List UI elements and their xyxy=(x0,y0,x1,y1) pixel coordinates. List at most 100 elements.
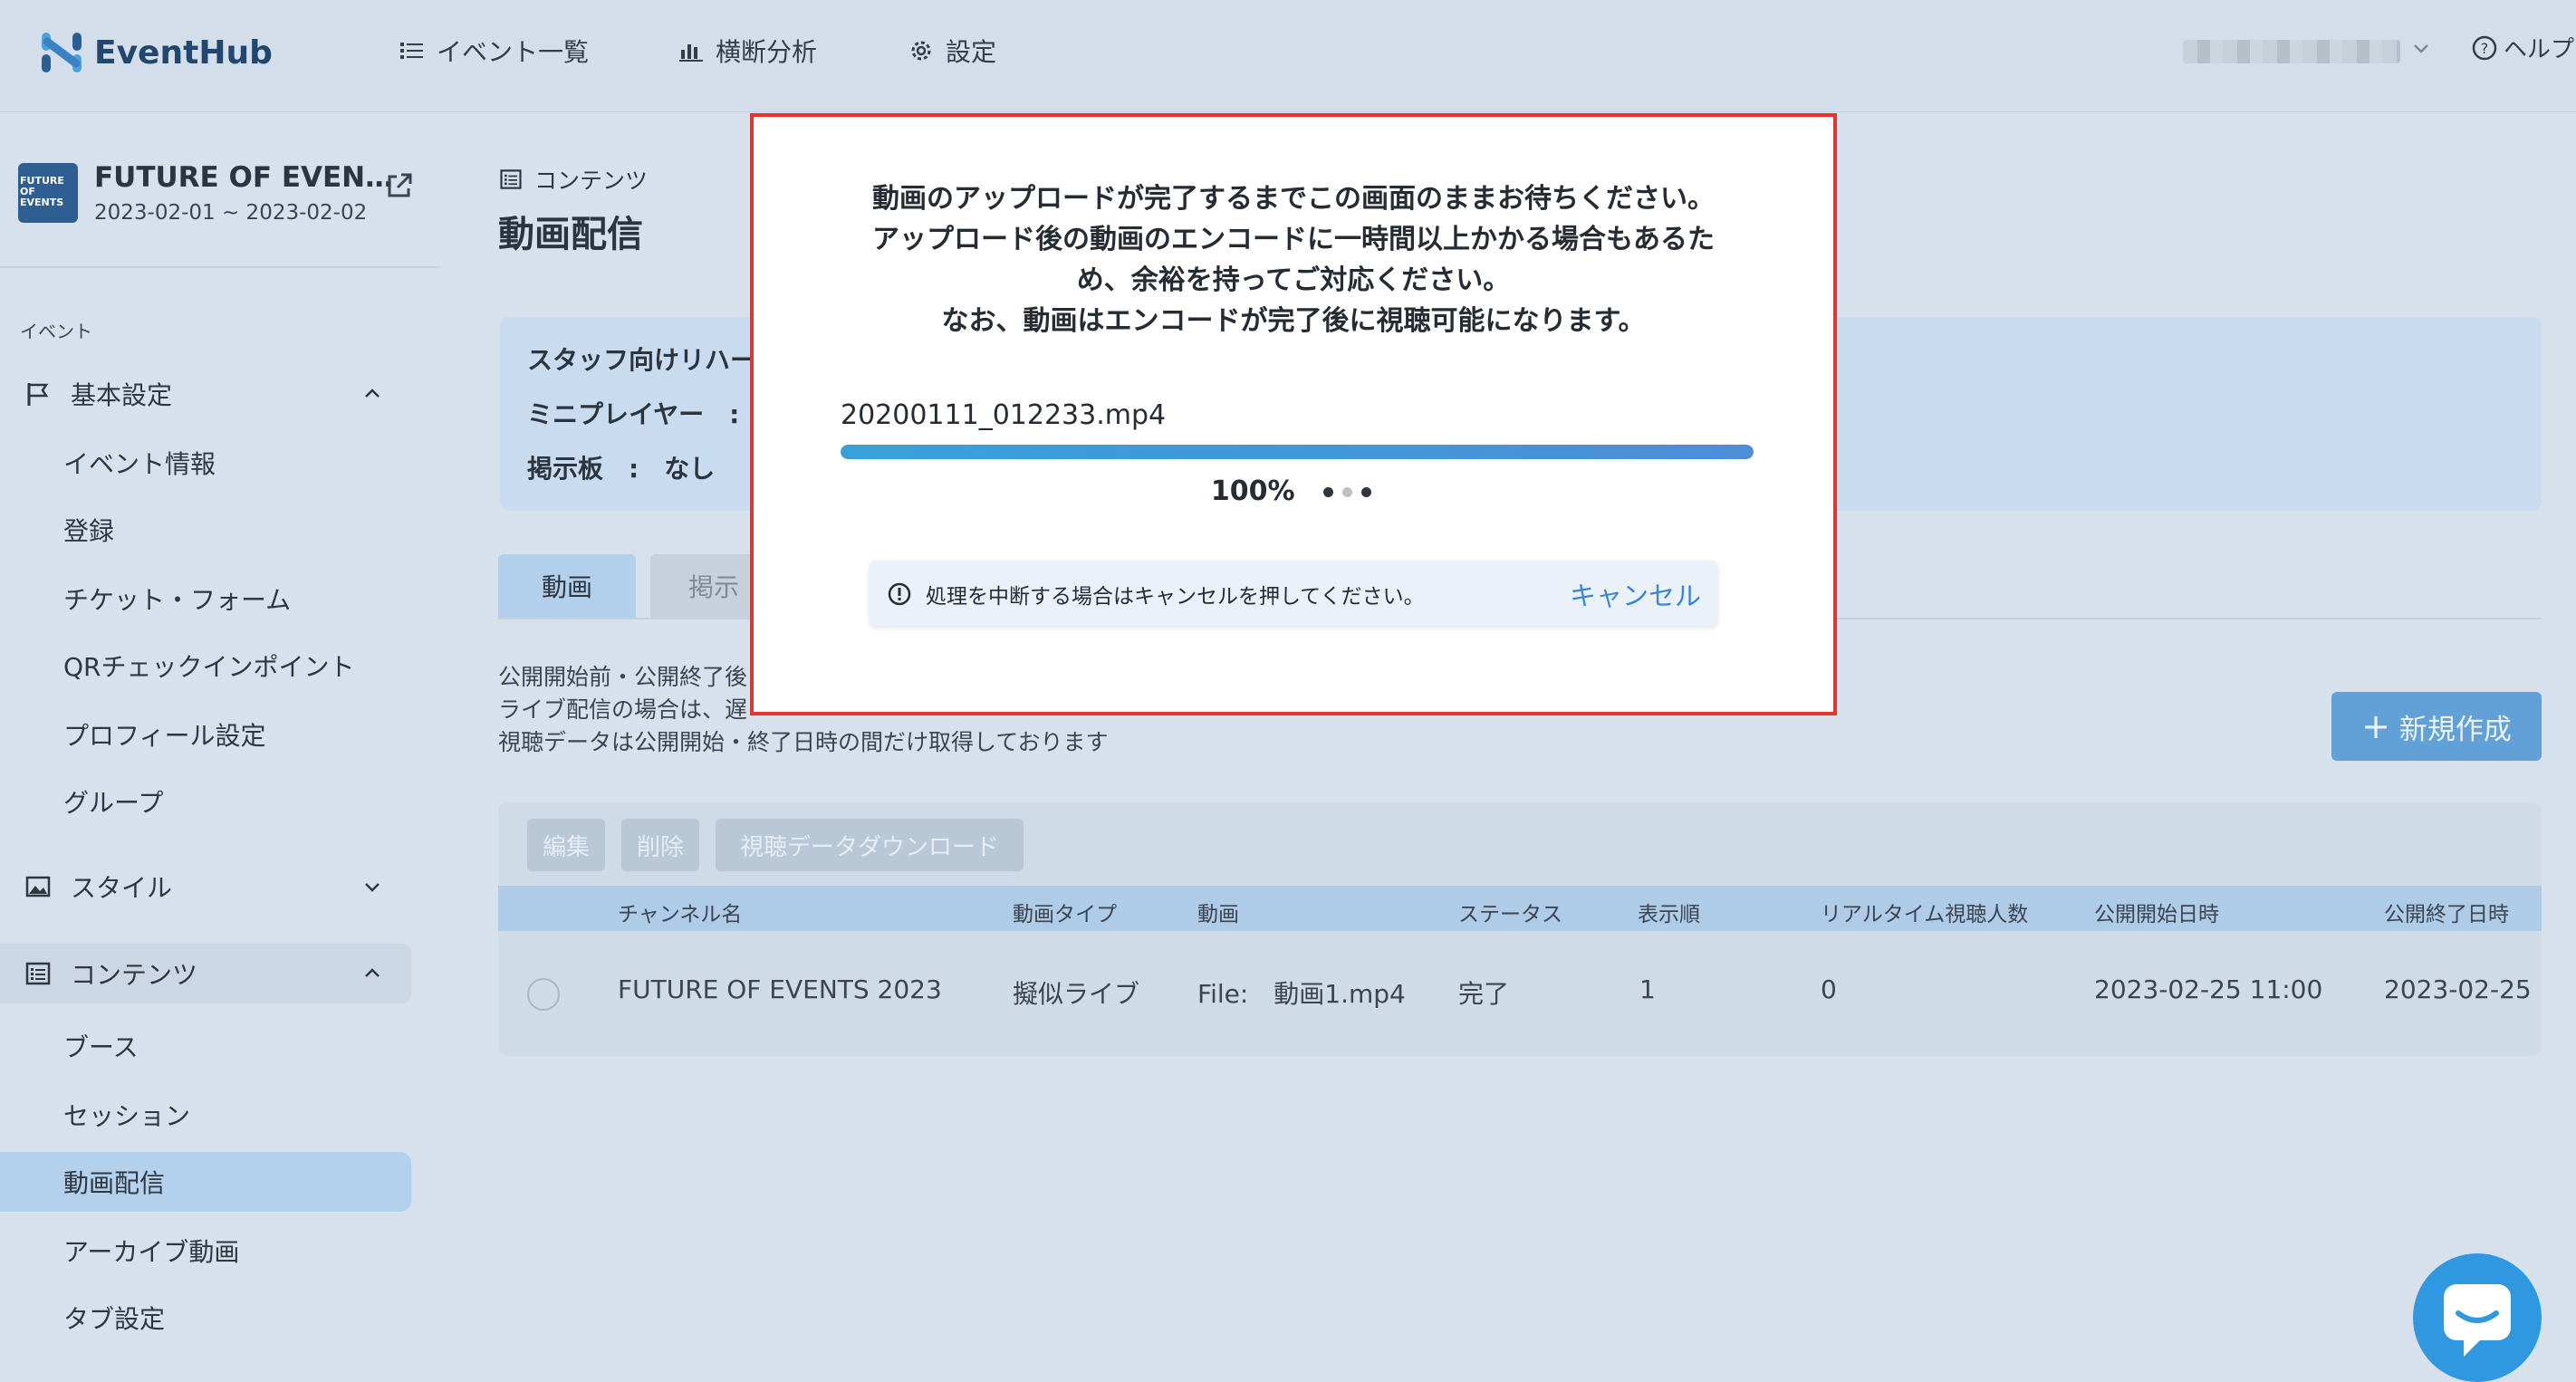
sidebar-section-label: イベント xyxy=(20,321,92,342)
upload-progress-modal: 動画のアップロードが完了するまでこの画面のままお待ちください。 アップロード後の… xyxy=(750,113,1837,715)
upload-file-name: 20200111_012233.mp4 xyxy=(841,399,1167,431)
eventhub-logo[interactable]: EventHub xyxy=(38,25,273,80)
sidebar-group-basic-settings[interactable]: 基本設定 xyxy=(0,364,411,424)
nav-cross-analysis[interactable]: 横断分析 xyxy=(678,0,817,101)
download-view-data-button[interactable]: 視聴データダウンロード xyxy=(716,819,1024,871)
sidebar-item-label: チケット・フォーム xyxy=(63,585,292,615)
upload-message-line: アップロード後の動画のエンコードに一時間以上かかる場合もあるた xyxy=(872,224,1715,255)
sidebar-item-booth[interactable]: ブース xyxy=(0,1016,411,1076)
image-icon xyxy=(25,876,51,897)
flag-icon xyxy=(27,383,49,406)
column-header: チャンネル名 xyxy=(618,903,743,926)
breadcrumb-label: コンテンツ xyxy=(534,168,649,194)
column-header: リアルタイム視聴人数 xyxy=(1821,903,2029,926)
upload-message-line: なお、動画はエンコードが完了後に視聴可能になります。 xyxy=(941,305,1646,337)
current-event-card: FUTURE OF EVENTS FUTURE OF EVEN… 2023-02… xyxy=(18,161,435,243)
sidebar-item-profile-settings[interactable]: プロフィール設定 xyxy=(0,705,411,764)
upload-progress-percent: 100% xyxy=(1210,475,1295,507)
cell-type: 擬似ライブ xyxy=(1013,979,1140,1009)
row-select-radio[interactable] xyxy=(527,978,560,1011)
nav-settings[interactable]: 設定 xyxy=(908,0,996,101)
sidebar-item-label: イベント情報 xyxy=(63,449,216,479)
breadcrumb: コンテンツ xyxy=(498,163,648,196)
upload-message-line: 動画のアップロードが完了するまでこの画面のままお待ちください。 xyxy=(872,183,1715,215)
new-create-label: 新規作成 xyxy=(2398,713,2512,746)
info-bulletin-board: 掲示板 : なし xyxy=(527,454,716,484)
cell-video: File: 動画1.mp4 xyxy=(1197,979,1406,1009)
nav-cross-analysis-label: 横断分析 xyxy=(716,37,818,67)
sidebar-item-label: セッション xyxy=(63,1101,191,1131)
chevron-down-icon xyxy=(365,883,380,892)
event-dates: 2023-02-01 ~ 2023-02-02 xyxy=(94,201,368,225)
nav-event-list[interactable]: イベント一覧 xyxy=(399,0,589,101)
sidebar-item-qr-checkin[interactable]: QRチェックインポイント xyxy=(0,636,411,696)
upload-progress-fill xyxy=(841,445,1754,459)
info-circle-icon xyxy=(888,582,911,606)
sidebar-group-label: 基本設定 xyxy=(71,380,173,410)
cancel-upload-button[interactable]: キャンセル xyxy=(1570,575,1701,613)
chat-bubble-icon xyxy=(2444,1284,2511,1357)
chat-support-button[interactable] xyxy=(2413,1253,2542,1382)
column-header: 公開終了日時 xyxy=(2384,903,2509,926)
app-name: EventHub xyxy=(94,34,273,72)
video-table: 編集 削除 視聴データダウンロード チャンネル名 動画タイプ 動画 ステータス … xyxy=(498,802,2542,1056)
sidebar-item-label: 動画配信 xyxy=(63,1168,166,1198)
nav-event-list-label: イベント一覧 xyxy=(437,37,590,67)
eventhub-logo-icon xyxy=(42,33,82,72)
cell-status: 完了 xyxy=(1458,979,1510,1009)
upload-message: 動画のアップロードが完了するまでこの画面のままお待ちください。 アップロード後の… xyxy=(754,178,1833,341)
event-thumbnail: FUTURE OF EVENTS xyxy=(18,163,78,223)
list-icon xyxy=(400,43,423,59)
cell-viewers: 0 xyxy=(1821,974,1837,1004)
help-link[interactable]: ? ヘルプ xyxy=(2471,31,2574,64)
sidebar-item-session[interactable]: セッション xyxy=(0,1085,411,1145)
sidebar-item-archive-video[interactable]: アーカイブ動画 xyxy=(0,1221,411,1281)
help-circle-icon: ? xyxy=(2472,35,2497,60)
sidebar-item-group[interactable]: グループ xyxy=(0,772,411,831)
upload-progress-status: 100% xyxy=(754,475,1833,507)
sidebar-item-registration[interactable]: 登録 xyxy=(0,500,411,560)
sidebar-item-label: 登録 xyxy=(63,516,115,546)
sidebar-item-label: QRチェックインポイント xyxy=(63,652,355,682)
sidebar-group-label: スタイル xyxy=(71,873,173,903)
sidebar-group-style[interactable]: スタイル xyxy=(0,857,411,917)
sidebar-item-label: ブース xyxy=(63,1032,139,1062)
nav-settings-label: 設定 xyxy=(946,37,997,67)
sidebar-item-tab-settings[interactable]: タブ設定 xyxy=(0,1288,411,1348)
event-title: FUTURE OF EVEN… xyxy=(94,161,394,194)
column-header: 動画 xyxy=(1197,903,1239,926)
tab-video[interactable]: 動画 xyxy=(498,554,636,618)
plus-icon: + xyxy=(2361,706,2390,746)
column-header: ステータス xyxy=(1458,903,1562,926)
table-row[interactable]: FUTURE OF EVENTS 2023 擬似ライブ File: 動画1.mp… xyxy=(498,931,2542,1056)
description-line: 視聴データは公開開始・終了日時の間だけ取得しております xyxy=(498,729,1109,755)
list-box-icon xyxy=(25,962,51,985)
loading-dots-icon xyxy=(1319,487,1376,497)
user-account-menu[interactable] xyxy=(2183,40,2400,63)
table-header: チャンネル名 動画タイプ 動画 ステータス 表示順 リアルタイム視聴人数 公開開… xyxy=(498,886,2542,931)
external-link-icon[interactable] xyxy=(384,170,415,201)
gear-icon xyxy=(911,41,931,61)
svg-text:?: ? xyxy=(2481,40,2489,57)
sidebar-item-ticket-form[interactable]: チケット・フォーム xyxy=(0,569,411,629)
sidebar-divider xyxy=(0,266,440,268)
sidebar-item-label: タブ設定 xyxy=(63,1304,166,1334)
sidebar: FUTURE OF EVENTS FUTURE OF EVEN… 2023-02… xyxy=(0,112,440,1382)
list-box-icon xyxy=(500,169,522,189)
sidebar-item-video-streaming[interactable]: 動画配信 xyxy=(0,1152,411,1212)
sidebar-item-event-info[interactable]: イベント情報 xyxy=(0,433,411,493)
cancel-notice: 処理を中断する場合はキャンセルを押してください。 キャンセル xyxy=(870,561,1717,626)
chevron-up-icon xyxy=(365,968,380,977)
chevron-down-icon[interactable] xyxy=(2409,36,2433,60)
sidebar-group-contents[interactable]: コンテンツ xyxy=(0,944,411,1003)
edit-button[interactable]: 編集 xyxy=(527,819,605,871)
cell-order: 1 xyxy=(1639,974,1656,1004)
cancel-notice-text: 処理を中断する場合はキャンセルを押してください。 xyxy=(926,585,1425,609)
bar-chart-icon xyxy=(679,44,703,62)
sidebar-item-label: アーカイブ動画 xyxy=(63,1237,240,1267)
column-header: 公開開始日時 xyxy=(2094,903,2219,926)
column-header: 動画タイプ xyxy=(1013,903,1117,926)
sidebar-item-label: プロフィール設定 xyxy=(63,721,266,751)
new-create-button[interactable]: + 新規作成 xyxy=(2331,692,2542,761)
delete-button[interactable]: 削除 xyxy=(621,819,699,871)
